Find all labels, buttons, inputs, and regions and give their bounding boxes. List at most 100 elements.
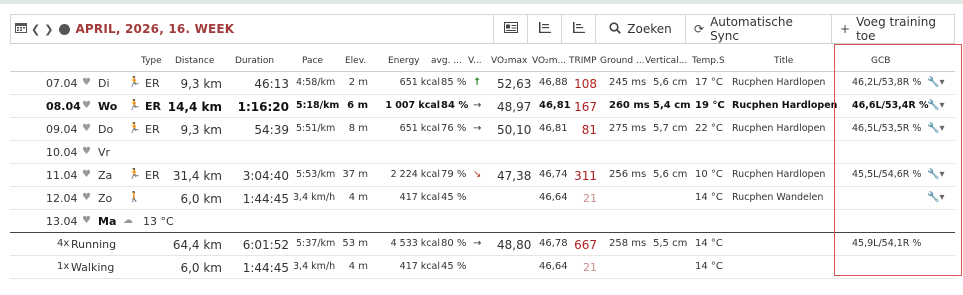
chevron-left-icon[interactable]: ❮ xyxy=(31,23,40,36)
row-title[interactable]: Rucphen Hardlopen xyxy=(732,169,825,180)
sync-icon: ⟳ xyxy=(694,22,705,36)
summary-energy: 417 kcal xyxy=(399,261,440,272)
list-view-button[interactable] xyxy=(527,15,561,43)
table-row[interactable]: 11.04 ♥ Za 🏃 ER 31,4 km 3:04:40 5:53/km … xyxy=(10,164,955,187)
row-date: 12.04 xyxy=(46,192,78,205)
id-card-icon xyxy=(503,22,518,36)
heart-icon: ♥ xyxy=(82,123,91,134)
row-duration: 1:16:20 xyxy=(237,100,289,114)
row-pace: 3,4 km/h xyxy=(293,192,336,203)
col-energy[interactable]: Energy xyxy=(388,56,420,66)
heart-icon: ♥ xyxy=(82,77,91,88)
summary-vo2m: 46,64 xyxy=(539,261,568,272)
week-title: APRIL, 2026, 16. WEEK xyxy=(75,22,235,36)
row-energy: 651 kcal xyxy=(399,123,440,134)
summary-label: Walking xyxy=(71,261,115,274)
row-vo2max: 50,10 xyxy=(497,123,532,137)
top-accent-line xyxy=(0,0,963,4)
col-vo2m[interactable]: VO₂m... xyxy=(532,56,566,66)
col-vo2max[interactable]: VO₂max xyxy=(491,56,527,66)
list-icon xyxy=(538,22,551,36)
row-pace: 5:18/km xyxy=(296,100,340,111)
row-avg: 76 % xyxy=(441,123,467,134)
row-date: 11.04 xyxy=(46,169,78,182)
row-trimp: 167 xyxy=(574,100,597,114)
heart-icon: ♥ xyxy=(82,100,91,111)
chevron-right-icon[interactable]: ❯ xyxy=(44,23,53,36)
row-type: ER xyxy=(145,169,160,182)
summary-duration: 1:44:45 xyxy=(242,261,289,275)
table-row[interactable]: 09.04 ♥ Do 🏃 ER 9,3 km 54:39 5:51/km 8 m… xyxy=(10,118,955,141)
col-duration[interactable]: Duration xyxy=(235,56,274,66)
row-duration: 1:44:45 xyxy=(242,192,289,206)
summary-temp: 14 °C xyxy=(695,261,723,272)
row-date: 09.04 xyxy=(46,123,78,136)
summary-label: Running xyxy=(71,238,117,251)
row-distance: 9,3 km xyxy=(180,77,222,91)
summary-vo2max: 48,80 xyxy=(497,238,532,252)
summary-count: 4x xyxy=(57,238,70,249)
col-v[interactable]: V... xyxy=(468,56,482,66)
table-row[interactable]: 12.04 ♥ Zo 🚶 6,0 km 1:44:45 3,4 km/h 4 m… xyxy=(10,187,955,210)
row-day: Wo xyxy=(98,100,118,113)
hiking-icon: 🚶 xyxy=(128,192,141,203)
row-elev: 8 m xyxy=(348,123,368,134)
row-type: ER xyxy=(145,77,160,90)
row-elev: 37 m xyxy=(342,169,368,180)
add-training-label: Voeg training toe xyxy=(856,15,936,43)
row-energy: 2 224 kcal xyxy=(390,169,440,180)
running-icon: 🏃 xyxy=(128,77,141,88)
calendar-toolbar: ❮ ❯ APRIL, 2026, 16. WEEK Zoeken ⟳ Autom… xyxy=(10,14,955,44)
row-temp: 22 °C xyxy=(695,123,723,134)
heart-icon: ♥ xyxy=(82,146,91,157)
col-elev[interactable]: Elev. xyxy=(345,56,366,66)
week-navigator: ❮ ❯ APRIL, 2026, 16. WEEK xyxy=(11,15,493,43)
col-vertical[interactable]: Vertical... xyxy=(645,56,687,66)
summary-vertical: 5,5 cm xyxy=(653,238,688,249)
col-distance[interactable]: Distance xyxy=(175,56,214,66)
table-row[interactable]: 13.04 ♥ Ma ☁ 13 °C xyxy=(10,210,955,233)
row-day: Ma xyxy=(98,215,117,228)
table-row[interactable]: 07.04 ♥ Di 🏃 ER 9,3 km 46:13 4:58/km 2 m… xyxy=(10,72,955,95)
row-vo2max: 47,38 xyxy=(497,169,532,183)
search-icon xyxy=(609,21,622,37)
search-button[interactable]: Zoeken xyxy=(595,15,685,43)
row-title[interactable]: Rucphen Wandelen xyxy=(732,192,823,203)
summary-distance: 6,0 km xyxy=(180,261,222,275)
row-day: Vr xyxy=(98,146,111,159)
col-pace[interactable]: Pace xyxy=(302,56,323,66)
trend-up-icon: ↑ xyxy=(473,77,482,88)
calendar-icon[interactable] xyxy=(15,22,27,36)
row-title[interactable]: Rucphen Hardlopen xyxy=(732,77,825,88)
row-vertical: 5,4 cm xyxy=(653,100,691,111)
list-alt-icon xyxy=(572,22,585,36)
table-row[interactable]: 10.04 ♥ Vr xyxy=(10,141,955,164)
col-title[interactable]: Title xyxy=(774,56,793,66)
col-ground[interactable]: Ground ... xyxy=(600,56,645,66)
row-title[interactable]: Rucphen Hardlopen xyxy=(732,100,837,111)
row-temp: 19 °C xyxy=(695,100,725,111)
col-s[interactable]: S xyxy=(719,56,725,66)
row-vo2m: 46,81 xyxy=(539,123,568,134)
row-ground: 245 ms xyxy=(609,77,647,88)
summary-trimp: 21 xyxy=(583,261,597,274)
heart-icon: ♥ xyxy=(82,215,91,226)
row-energy: 1 007 kcal xyxy=(385,100,440,111)
circle-icon[interactable] xyxy=(59,23,71,35)
row-title[interactable]: Rucphen Hardlopen xyxy=(732,123,825,134)
row-trimp: 21 xyxy=(583,192,597,205)
compact-list-button[interactable] xyxy=(561,15,595,43)
row-temp: 17 °C xyxy=(695,77,723,88)
row-day: Za xyxy=(98,169,113,182)
col-temp[interactable]: Temp. xyxy=(692,56,719,66)
table-row[interactable]: 08.04 ♥ Wo 🏃 ER 14,4 km 1:16:20 5:18/km … xyxy=(10,95,955,118)
card-view-button[interactable] xyxy=(493,15,527,43)
add-training-button[interactable]: + Voeg training toe xyxy=(831,15,954,43)
col-avg[interactable]: avg. ... xyxy=(431,56,462,66)
row-date: 08.04 xyxy=(46,100,81,113)
auto-sync-button[interactable]: ⟳ Automatische Sync xyxy=(685,15,831,43)
col-type[interactable]: Type xyxy=(141,56,162,66)
row-duration: 3:04:40 xyxy=(242,169,289,183)
col-trimp[interactable]: TRIMP xyxy=(569,56,597,66)
row-pace: 5:53/km xyxy=(296,169,336,180)
